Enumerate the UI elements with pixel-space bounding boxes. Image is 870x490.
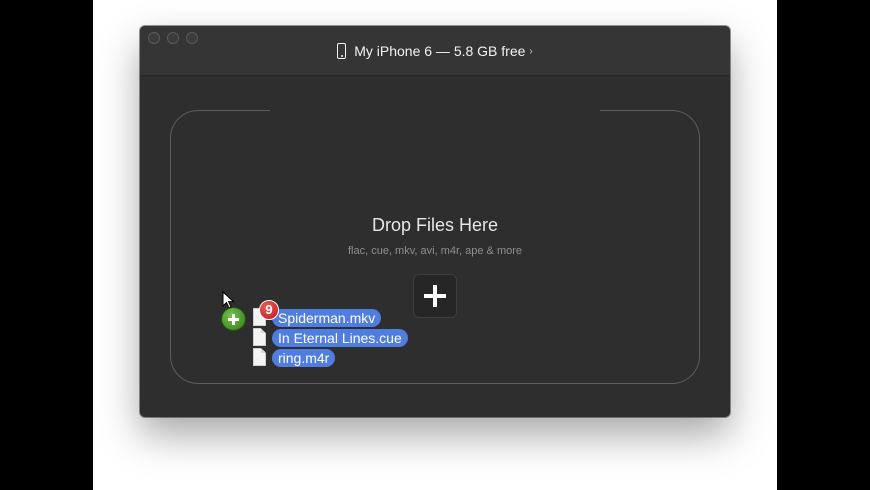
title-bar: My iPhone 6 — 5.8 GB free › [140,26,730,76]
chevron-right-icon: › [529,45,533,57]
copy-plus-icon [221,307,246,331]
drop-zone-corner [600,110,700,210]
iphone-icon [337,43,347,59]
device-selector[interactable]: My iPhone 6 — 5.8 GB free › [140,40,730,62]
dragged-file-name: Spiderman.mkv [272,309,382,327]
dragged-count-badge: 9 [259,300,279,320]
supported-formats-label: flac, cue, mkv, avi, m4r, ape & more [347,245,523,257]
dragged-file-name: In Eternal Lines.cue [272,329,408,347]
document-icon [253,328,266,346]
drop-zone-corner [600,284,700,384]
document-icon [253,348,266,366]
app-window: My iPhone 6 — 5.8 GB free › Drop Files H… [140,26,730,417]
drop-zone-corner [170,110,270,210]
plus-icon [433,285,437,307]
drop-zone-edge [270,383,600,384]
device-title-label: My iPhone 6 — 5.8 GB free [354,43,526,59]
drop-zone-title: Drop Files Here [371,215,499,235]
dragged-file-name: ring.m4r [272,349,336,367]
add-files-button[interactable] [413,274,457,318]
